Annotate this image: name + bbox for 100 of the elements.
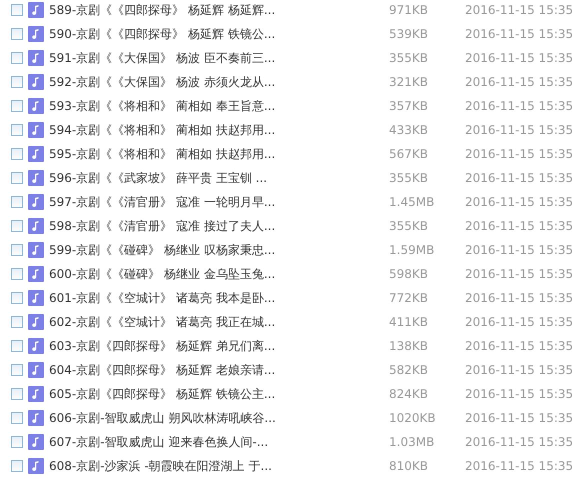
file-name[interactable]: 602-京剧《《空城计》 诸葛亮 我正在城... xyxy=(49,314,389,330)
file-date: 2016-11-15 15:35 xyxy=(465,243,574,257)
music-file-icon xyxy=(28,242,44,258)
file-date: 2016-11-15 15:35 xyxy=(465,99,574,113)
file-name[interactable]: 606-京剧-智取威虎山 朔风吹林涛吼峡谷... xyxy=(49,410,389,426)
checkbox[interactable] xyxy=(11,436,23,448)
file-date: 2016-11-15 15:35 xyxy=(465,123,574,137)
file-name[interactable]: 605-京剧《四郎探母》 杨延辉 铁镜公主... xyxy=(49,386,389,402)
file-date: 2016-11-15 15:35 xyxy=(465,339,574,353)
music-file-icon xyxy=(28,290,44,306)
checkbox[interactable] xyxy=(11,340,23,352)
music-file-icon xyxy=(28,26,44,42)
music-file-icon xyxy=(28,266,44,282)
file-size: 772KB xyxy=(389,291,430,305)
file-name[interactable]: 599-京剧《《碰碑》 杨继业 叹杨家秉忠... xyxy=(49,242,389,258)
file-name[interactable]: 608-京剧-沙家浜 -朝霞映在阳澄湖上 于... xyxy=(49,458,389,474)
file-size: 138KB xyxy=(389,339,430,353)
file-size: 810KB xyxy=(389,459,430,473)
file-size: 357KB xyxy=(389,99,430,113)
checkbox[interactable] xyxy=(11,100,23,112)
file-name[interactable]: 592-京剧《《大保国》 杨波 赤须火龙从... xyxy=(49,74,389,90)
file-date: 2016-11-15 15:35 xyxy=(465,51,574,65)
file-name[interactable]: 600-京剧《《碰碑》 杨继业 金乌坠玉兔... xyxy=(49,266,389,282)
file-size: 582KB xyxy=(389,363,430,377)
checkbox[interactable] xyxy=(11,148,23,160)
file-name[interactable]: 596-京剧《《武家坡》 薛平贵 王宝钏 ... xyxy=(49,170,389,186)
music-file-icon xyxy=(28,362,44,378)
file-size: 411KB xyxy=(389,315,430,329)
file-date: 2016-11-15 15:35 xyxy=(465,363,574,377)
music-file-icon xyxy=(28,194,44,210)
music-file-icon xyxy=(28,98,44,114)
file-date: 2016-11-15 15:35 xyxy=(465,171,574,185)
file-name[interactable]: 603-京剧《四郎探母》 杨延辉 弟兄们离... xyxy=(49,338,389,354)
file-size: 355KB xyxy=(389,219,430,233)
music-file-icon xyxy=(28,122,44,138)
file-size: 971KB xyxy=(389,3,430,17)
file-date: 2016-11-15 15:35 xyxy=(465,435,574,449)
checkbox[interactable] xyxy=(11,172,23,184)
file-name[interactable]: 598-京剧《《清官册》 寇准 接过了夫人... xyxy=(49,218,389,234)
music-file-icon xyxy=(28,50,44,66)
music-file-icon xyxy=(28,146,44,162)
file-size: 433KB xyxy=(389,123,430,137)
music-file-icon xyxy=(28,2,44,18)
file-name[interactable]: 595-京剧《《将相和》 蔺相如 扶赵邦用... xyxy=(49,146,389,162)
music-file-icon xyxy=(28,170,44,186)
file-date: 2016-11-15 15:35 xyxy=(465,75,574,89)
file-date: 2016-11-15 15:35 xyxy=(465,315,574,329)
file-date: 2016-11-15 15:35 xyxy=(465,411,574,425)
checkbox[interactable] xyxy=(11,4,23,16)
file-size: 1.45MB xyxy=(389,195,436,209)
file-size: 1.59MB xyxy=(389,243,436,257)
file-name[interactable]: 589-京剧《《四郎探母》 杨延辉 杨延辉... xyxy=(49,2,389,18)
file-name[interactable]: 593-京剧《《将相和》 蔺相如 奉王旨意... xyxy=(49,98,389,114)
checkbox[interactable] xyxy=(11,292,23,304)
file-date: 2016-11-15 15:35 xyxy=(465,291,574,305)
music-file-icon xyxy=(28,338,44,354)
music-file-icon xyxy=(28,218,44,234)
checkbox[interactable] xyxy=(11,196,23,208)
file-date: 2016-11-15 15:35 xyxy=(465,3,574,17)
file-size: 1.03MB xyxy=(389,435,436,449)
checkbox[interactable] xyxy=(11,244,23,256)
music-file-icon xyxy=(28,458,44,474)
file-size: 355KB xyxy=(389,171,430,185)
file-name[interactable]: 597-京剧《《清官册》 寇准 一轮明月早... xyxy=(49,194,389,210)
music-file-icon xyxy=(28,314,44,330)
file-size: 598KB xyxy=(389,267,430,281)
file-name[interactable]: 591-京剧《《大保国》 杨波 臣不奏前三... xyxy=(49,50,389,66)
file-name[interactable]: 607-京剧-智取威虎山 迎来春色换人间-... xyxy=(49,434,389,450)
file-date: 2016-11-15 15:35 xyxy=(465,147,574,161)
file-name[interactable]: 590-京剧《《四郎探母》 杨延辉 铁镜公... xyxy=(49,26,389,42)
checkbox[interactable] xyxy=(11,460,23,472)
file-date: 2016-11-15 15:35 xyxy=(465,195,574,209)
file-date: 2016-11-15 15:35 xyxy=(465,27,574,41)
file-date: 2016-11-15 15:35 xyxy=(465,387,574,401)
checkbox[interactable] xyxy=(11,388,23,400)
music-file-icon xyxy=(28,410,44,426)
file-name[interactable]: 604-京剧《四郎探母》 杨延辉 老娘亲请... xyxy=(49,362,389,378)
file-name[interactable]: 594-京剧《《将相和》 蔺相如 扶赵邦用... xyxy=(49,122,389,138)
file-date: 2016-11-15 15:35 xyxy=(465,459,574,473)
file-date: 2016-11-15 15:35 xyxy=(465,267,574,281)
file-name[interactable]: 601-京剧《《空城计》 诸葛亮 我本是卧... xyxy=(49,290,389,306)
music-file-icon xyxy=(28,434,44,450)
checkbox[interactable] xyxy=(11,316,23,328)
file-date: 2016-11-15 15:35 xyxy=(465,219,574,233)
checkbox[interactable] xyxy=(11,220,23,232)
checkbox[interactable] xyxy=(11,268,23,280)
music-file-icon xyxy=(28,386,44,402)
music-file-icon xyxy=(28,74,44,90)
checkbox[interactable] xyxy=(11,364,23,376)
file-size: 1020KB xyxy=(389,411,437,425)
checkbox[interactable] xyxy=(11,52,23,64)
checkbox[interactable] xyxy=(11,76,23,88)
file-size: 355KB xyxy=(389,51,430,65)
checkbox[interactable] xyxy=(11,28,23,40)
checkbox[interactable] xyxy=(11,124,23,136)
file-size: 321KB xyxy=(389,75,430,89)
file-size: 824KB xyxy=(389,387,430,401)
checkbox[interactable] xyxy=(11,412,23,424)
file-size: 567KB xyxy=(389,147,430,161)
file-size: 539KB xyxy=(389,27,430,41)
